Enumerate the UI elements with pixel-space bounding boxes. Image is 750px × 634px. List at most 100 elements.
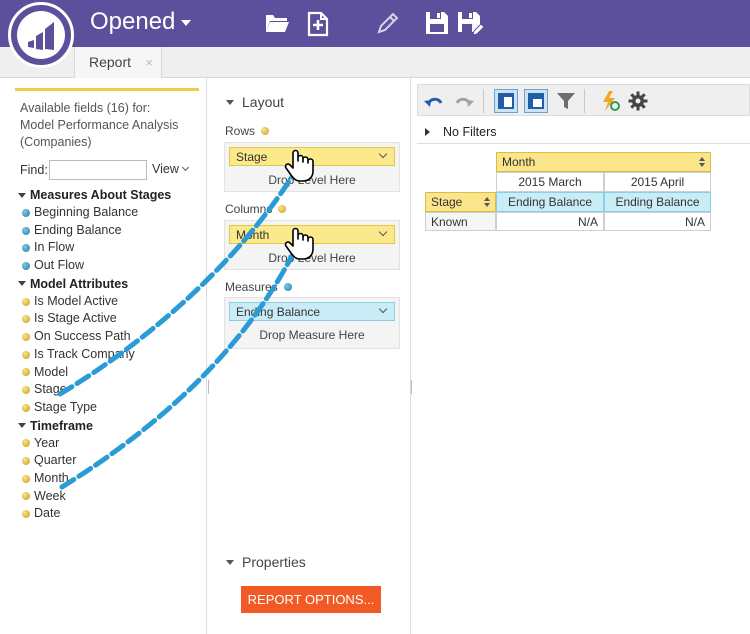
group-timeframe[interactable]: Timeframe: [18, 417, 206, 435]
refresh-icon[interactable]: [598, 89, 622, 113]
app-title: Opened: [90, 8, 176, 35]
filter-icon[interactable]: [554, 89, 578, 113]
dimension-dot-icon: [22, 474, 30, 483]
columns-label: Columns: [225, 202, 290, 216]
dimension-dot-icon: [22, 315, 30, 324]
top-bar: Opened: [0, 0, 750, 47]
measures-label-text: Measures: [225, 280, 278, 294]
field-label: On Success Path: [34, 329, 131, 344]
marketo-logo[interactable]: [8, 2, 74, 68]
field-label: Is Model Active: [34, 293, 119, 308]
chevron-down-icon[interactable]: [378, 149, 388, 159]
field-week[interactable]: Week: [18, 488, 206, 506]
pill-label: Stage: [236, 150, 268, 164]
app-title-menu[interactable]: Opened: [90, 8, 192, 36]
field-is-model-active[interactable]: Is Model Active: [18, 293, 206, 311]
field-stage-type[interactable]: Stage Type: [18, 399, 206, 417]
field-label: Stage: [34, 382, 67, 397]
report-options-button[interactable]: REPORT OPTIONS...: [241, 586, 381, 613]
chevron-down-icon: [181, 163, 189, 172]
panel-splitter[interactable]: [411, 380, 412, 394]
save-as-icon[interactable]: [456, 10, 485, 36]
row-header-stage[interactable]: Stage: [425, 192, 496, 212]
field-label: Out Flow: [34, 258, 85, 273]
field-label: Month: [34, 470, 69, 485]
panel-splitter[interactable]: [208, 380, 209, 394]
field-label: Date: [34, 506, 61, 521]
expand-triangle-icon: [18, 192, 26, 198]
measure-header: Ending Balance: [496, 192, 604, 212]
dimension-dot-icon: [22, 439, 30, 448]
dimension-dot-icon: [22, 350, 30, 359]
analysis-name: Model Performance Analysis (Companies): [20, 118, 179, 149]
column-member-2015-march: 2015 March: [496, 172, 604, 192]
field-label: Week: [34, 488, 66, 503]
dimension-dot-icon: [22, 457, 30, 466]
measures-dropzone[interactable]: Ending Balance Drop Measure Here: [224, 297, 400, 349]
field-label: Is Track Company: [34, 346, 135, 361]
field-on-success-path[interactable]: On Success Path: [18, 328, 206, 346]
column-member-2015-april: 2015 April: [604, 172, 711, 192]
close-icon[interactable]: ×: [145, 55, 153, 70]
dimension-dot-icon: [22, 297, 30, 306]
new-report-icon[interactable]: [305, 10, 333, 37]
pencil-icon[interactable]: [374, 10, 402, 36]
properties-section-toggle[interactable]: Properties: [226, 554, 306, 570]
measures-pill-ending-balance[interactable]: Ending Balance: [229, 302, 395, 321]
hand-cursor-icon: [284, 227, 314, 260]
field-ending-balance[interactable]: Ending Balance: [18, 222, 206, 240]
folder-open-icon[interactable]: [263, 10, 291, 36]
report-toolbar: [417, 84, 750, 116]
columns-label-text: Columns: [225, 202, 273, 216]
save-icon[interactable]: [424, 10, 452, 36]
layout-rows-icon[interactable]: [494, 89, 518, 113]
toolbar-separator: [584, 89, 585, 113]
dimension-dot-icon: [22, 368, 30, 377]
measure-dot-icon: [283, 283, 292, 291]
field-stage[interactable]: Stage: [18, 381, 206, 399]
tab-report[interactable]: Report ×: [74, 47, 162, 78]
field-beginning-balance[interactable]: Beginning Balance: [18, 204, 206, 222]
sort-icon[interactable]: [699, 157, 705, 167]
field-quarter[interactable]: Quarter: [18, 452, 206, 470]
field-out-flow[interactable]: Out Flow: [18, 257, 206, 275]
field-model[interactable]: Model: [18, 364, 206, 382]
field-label: Stage Type: [34, 399, 98, 414]
layout-section-toggle[interactable]: Layout: [226, 94, 284, 110]
collapse-triangle-icon: [226, 99, 234, 105]
view-dropdown[interactable]: View: [152, 162, 189, 176]
column-header-month[interactable]: Month: [496, 152, 711, 172]
data-cell: N/A: [496, 212, 604, 231]
dimension-dot-icon: [261, 127, 270, 135]
available-fields-panel: Available fields (16) for: Model Perform…: [0, 78, 207, 634]
group-label: Model Attributes: [30, 276, 129, 291]
chevron-down-icon[interactable]: [378, 304, 388, 314]
expand-triangle-icon: [18, 281, 26, 287]
undo-icon[interactable]: [422, 89, 446, 113]
field-year[interactable]: Year: [18, 435, 206, 453]
field-label: Model: [34, 364, 69, 379]
available-fields-count: Available fields (16) for:: [20, 101, 151, 115]
settings-icon[interactable]: [626, 89, 650, 113]
group-measures-about-stages[interactable]: Measures About Stages: [18, 186, 206, 204]
chevron-down-icon[interactable]: [378, 227, 388, 237]
redo-icon[interactable]: [452, 89, 476, 113]
group-model-attributes[interactable]: Model Attributes: [18, 275, 206, 293]
filters-toggle[interactable]: No Filters: [425, 125, 496, 139]
expand-triangle-icon: [425, 128, 430, 136]
field-in-flow[interactable]: In Flow: [18, 239, 206, 257]
sort-icon[interactable]: [484, 197, 490, 207]
find-input[interactable]: [49, 160, 147, 180]
layout-columns-icon[interactable]: [524, 89, 548, 113]
expand-triangle-icon: [18, 423, 26, 429]
field-is-stage-active[interactable]: Is Stage Active: [18, 310, 206, 328]
field-label: Beginning Balance: [34, 205, 139, 219]
hand-cursor-icon: [284, 149, 314, 182]
logo-mark: [17, 11, 65, 59]
group-label: Timeframe: [30, 418, 93, 433]
tab-strip: Report ×: [0, 47, 750, 78]
field-date[interactable]: Date: [18, 505, 206, 523]
filters-label: No Filters: [443, 125, 497, 139]
field-month[interactable]: Month: [18, 470, 206, 488]
field-is-track-company[interactable]: Is Track Company: [18, 346, 206, 364]
